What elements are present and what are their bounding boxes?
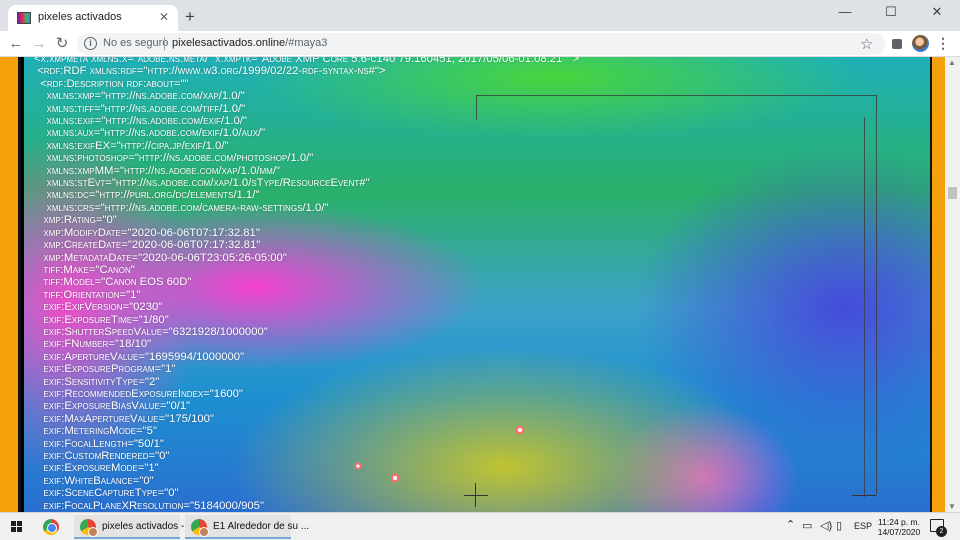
xmp-line: exif:MeteringMode="5" <box>34 425 157 438</box>
notification-count: 2 <box>936 526 947 537</box>
tab-favicon-icon <box>17 12 31 24</box>
xmp-line: tiff:Make="Canon" <box>34 263 135 276</box>
clock-date: 14/07/2020 <box>877 527 921 537</box>
address-bar[interactable]: i No es seguro pixelesactivados.online/#… <box>77 33 885 55</box>
xmp-line: xmlns:exif="http://ns.adobe.com/exif/1.0… <box>34 115 247 128</box>
xmp-line: exif:ShutterSpeedValue="6321928/1000000" <box>34 325 268 338</box>
left-orange-bar <box>0 57 21 512</box>
kebab-menu-icon[interactable]: ⋮ <box>936 35 950 52</box>
xmp-line: exif:FNumber="18/10" <box>34 338 152 351</box>
scroll-down-icon[interactable]: ▼ <box>948 502 956 511</box>
xmp-line: tiff:Orientation="1" <box>34 288 141 301</box>
frame-line-inner <box>864 117 865 497</box>
xmp-line: xmlns:photoshop="http://ns.adobe.com/pho… <box>34 152 314 165</box>
browser-titlebar: pixeles activados ✕ + — ☐ ✕ <box>0 0 960 31</box>
chrome-icon[interactable] <box>43 519 59 535</box>
xmp-line: exif:MaxApertureValue="175/100" <box>34 412 214 425</box>
scroll-thumb[interactable] <box>948 187 957 199</box>
xmp-line: exif:FocalLength="50/1" <box>34 437 164 450</box>
taskbar-item-label: E1 Alrededor de su ... <box>213 521 310 532</box>
forward-button[interactable]: → <box>29 34 49 54</box>
xmp-line: exif:ExposureBiasValue="0/1" <box>34 400 191 413</box>
xmp-line: xmp:CreateDate="2020-06-06T07:17:32.81" <box>34 239 261 252</box>
xmp-line: xmp:Rating="0" <box>34 214 117 227</box>
thermal-photo: <x:xmpmeta xmlns:x="adobe:ns:meta/" x:xm… <box>24 57 930 512</box>
minimize-button[interactable]: — <box>822 0 868 26</box>
xmp-line: xmlns:xmp="http://ns.adobe.com/xap/1.0/" <box>34 90 245 103</box>
screen: pixeles activados ✕ + — ☐ ✕ ← → ↻ i No e… <box>0 0 960 540</box>
xmp-line: exif:ExposureTime="1/80" <box>34 313 169 326</box>
tab-close-icon[interactable]: ✕ <box>156 9 172 25</box>
xmp-line: xmp:MetadataDate="2020-06-06T23:05:26-05… <box>34 251 287 264</box>
info-icon[interactable]: i <box>84 37 97 50</box>
xmp-line: <rdf:RDF xmlns:rdf="http://www.w3.org/19… <box>34 65 386 78</box>
language-indicator[interactable]: ESP <box>854 521 872 531</box>
xmp-line: exif:WhiteBalance="0" <box>34 474 154 487</box>
xmp-metadata-text: <x:xmpmeta xmlns:x="adobe:ns:meta/" x:xm… <box>34 57 579 512</box>
url-path: /#maya3 <box>285 37 328 49</box>
xmp-line: exif:SceneCaptureType="0" <box>34 487 179 500</box>
xmp-line: xmlns:crs="http://ns.adobe.com/camera-ra… <box>34 201 329 214</box>
xmp-line: xmlns:stEvt="http://ns.adobe.com/xap/1.0… <box>34 177 370 190</box>
xmp-line: exif:ApertureValue="1695994/1000000" <box>34 350 245 363</box>
xmp-line: tiff:Model="Canon EOS 60D" <box>34 276 192 289</box>
taskbar-item-label: pixeles activados - ... <box>102 521 196 532</box>
chrome-profile-icon <box>80 519 98 537</box>
tab-title: pixeles activados <box>38 11 122 23</box>
xmp-line: <rdf:Description rdf:about="" <box>34 77 189 90</box>
url-host: pixelesactivados.online <box>172 37 286 49</box>
close-window-button[interactable]: ✕ <box>914 0 960 26</box>
xmp-line: exif:FocalPlaneXResolution="5184000/905" <box>34 499 264 512</box>
scroll-up-icon[interactable]: ▲ <box>948 58 956 67</box>
puzzle-icon[interactable] <box>890 36 904 50</box>
xmp-line: exif:SensitivityType="2" <box>34 375 160 388</box>
xmp-line: exif:ExposureProgram="1" <box>34 363 176 376</box>
page-scrollbar[interactable]: ▲ ▼ <box>945 57 960 512</box>
back-button[interactable]: ← <box>6 34 26 54</box>
right-orange-bar <box>930 57 945 512</box>
windows-taskbar: pixeles activados - ... E1 Alrededor de … <box>0 512 960 540</box>
windows-start-icon[interactable] <box>11 521 23 533</box>
volume-icon[interactable]: ◁) <box>820 519 832 532</box>
xmp-line: exif:CustomRendered="0" <box>34 450 170 462</box>
xmp-line: exif:ExifVersion="0230" <box>34 301 163 314</box>
url-separator <box>164 37 165 50</box>
clock-time: 11:24 p. m. <box>878 517 920 527</box>
xmp-line: xmlns:aux="http://ns.adobe.com/exif/1.0/… <box>34 127 266 140</box>
frame-line-right <box>876 95 877 495</box>
maximize-button[interactable]: ☐ <box>868 0 914 26</box>
xmp-line: exif:RecommendedExposureIndex="1600" <box>34 387 243 400</box>
clock[interactable]: 11:24 p. m. 14/07/2020 <box>876 517 922 537</box>
xmp-line: xmlns:exifEX="http://cipa.jp/exif/1.0/" <box>34 139 229 152</box>
xmp-line: xmlns:tiff="http://ns.adobe.com/tiff/1.0… <box>34 102 246 115</box>
tray-chevron-icon[interactable]: ⌃ <box>786 518 795 531</box>
browser-tab[interactable]: pixeles activados ✕ <box>8 5 178 31</box>
xmp-line: exif:ExposureMode="1" <box>34 462 159 475</box>
avatar[interactable] <box>912 35 929 52</box>
url-text[interactable]: pixelesactivados.online/#maya3 <box>172 37 327 49</box>
taskbar-item-browser-2[interactable]: E1 Alrededor de su ... <box>185 515 309 539</box>
star-icon[interactable]: ☆ <box>860 35 873 53</box>
chrome-profile-icon <box>191 519 209 537</box>
reload-button[interactable]: ↻ <box>52 34 72 54</box>
battery-icon[interactable]: ▯ <box>836 519 842 532</box>
new-tab-button[interactable]: + <box>181 8 199 26</box>
xmp-line: xmlns:dc="http://purl.org/dc/elements/1.… <box>34 189 260 202</box>
corner-mark <box>852 495 876 496</box>
page-viewport: <x:xmpmeta xmlns:x="adobe:ns:meta/" x:xm… <box>0 57 960 512</box>
xmp-line: xmp:ModifyDate="2020-06-06T07:17:32.81" <box>34 226 260 239</box>
xmp-line: xmlns:xmpMM="http://ns.adobe.com/xap/1.0… <box>34 164 280 177</box>
security-label[interactable]: No es seguro <box>103 37 168 49</box>
browser-toolbar: ← → ↻ i No es seguro pixelesactivados.on… <box>0 31 960 57</box>
taskbar-item-browser[interactable]: pixeles activados - ... <box>74 515 195 539</box>
network-icon[interactable]: ▭ <box>802 519 812 532</box>
